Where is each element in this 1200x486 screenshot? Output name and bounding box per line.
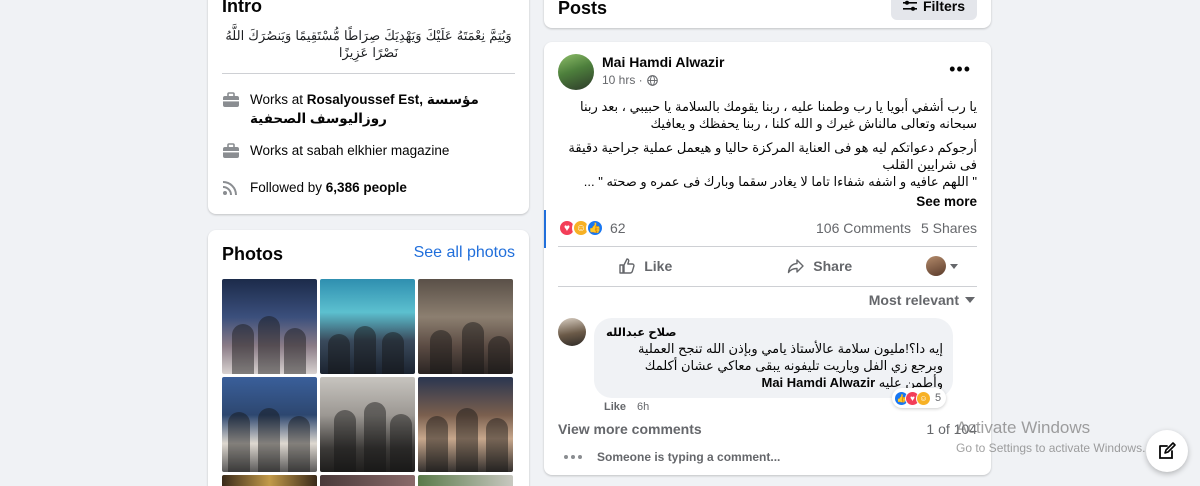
sort-label: Most relevant [868, 292, 959, 308]
comments-count-link[interactable]: 106 Comments [816, 220, 911, 236]
shares-count-link[interactable]: 5 Shares [921, 220, 977, 236]
share-arrow-icon [788, 259, 804, 274]
photo-thumbnail[interactable] [222, 377, 317, 472]
compose-icon [1159, 442, 1176, 459]
post-text-paragraph-1: يا رب أشفي أبويا يا رب وطمنا عليه ، ربنا… [580, 99, 977, 131]
author-name-link[interactable]: Mai Hamdi Alwazir [602, 54, 724, 70]
like-reaction-icon: 👍 [586, 219, 604, 237]
intro-card: Intro وَيُتِمَّ نِعْمَتَهُ عَلَيْكَ وَيَ… [208, 0, 529, 214]
post-options-menu-button[interactable]: ••• [949, 59, 971, 80]
actions-divider-bottom [558, 286, 977, 287]
typing-text: Someone is typing a comment... [597, 450, 781, 464]
activate-windows-subtitle: Go to Settings to activate Windows. [956, 441, 1146, 455]
intro-work-row-1: Works at Rosalyoussef Est, مؤسسة روزاليو… [222, 90, 515, 128]
like-label: Like [644, 258, 673, 274]
activate-windows-title: Activate Windows [956, 418, 1091, 437]
photo-row-partial [222, 475, 515, 486]
photo-thumbnail[interactable] [222, 475, 317, 486]
intro-divider [222, 73, 515, 74]
profile-avatar-small [926, 256, 946, 276]
briefcase-icon [223, 92, 239, 107]
comment-like-button[interactable]: Like [604, 401, 626, 413]
photo-grid [222, 279, 515, 472]
comment-mention-link[interactable]: Mai Hamdi Alwazir [762, 375, 876, 390]
photo-thumbnail[interactable] [320, 377, 415, 472]
filters-button[interactable]: Filters [890, 0, 977, 20]
author-avatar[interactable] [558, 54, 594, 90]
comment-sort-dropdown[interactable]: Most relevant [869, 292, 975, 308]
globe-icon [646, 74, 658, 86]
see-all-photos-link[interactable]: See all photos [414, 244, 515, 262]
reaction-icons[interactable]: ♥ ☺ 👍 [558, 219, 604, 237]
posts-title: Posts [558, 0, 608, 18]
filters-label: Filters [922, 0, 965, 14]
commenter-avatar[interactable] [558, 318, 586, 346]
followers-prefix: Followed by [250, 180, 326, 195]
comment-reactions-badge[interactable]: 👍 ♥ ☺ 5 [892, 388, 947, 408]
photo-thumbnail[interactable] [320, 475, 415, 486]
photo-thumbnail[interactable] [418, 279, 513, 374]
typing-indicator: Someone is typing a comment... [564, 450, 780, 464]
posts-header-card: Posts Filters [544, 0, 991, 28]
work-prefix: Works at [250, 143, 307, 158]
filter-sliders-icon [902, 0, 917, 11]
new-message-button[interactable] [1146, 430, 1188, 472]
photo-thumbnail[interactable] [222, 279, 317, 374]
work-prefix: Works at [250, 92, 307, 107]
thumbs-up-icon [619, 258, 635, 274]
photo-thumbnail[interactable] [320, 279, 415, 374]
like-button[interactable]: Like [558, 257, 733, 275]
post-timestamp[interactable]: 10 hrs · [602, 73, 658, 87]
post-card: Mai Hamdi Alwazir 10 hrs · ••• يا رب أشف… [544, 42, 991, 475]
comment-timestamp[interactable]: 6h [637, 401, 649, 413]
briefcase-icon [223, 143, 239, 158]
intro-work-text-1: Works at Rosalyoussef Est, مؤسسة روزاليو… [250, 90, 515, 128]
share-button[interactable]: Share [733, 257, 908, 275]
chevron-down-icon [950, 263, 958, 269]
reaction-profile-selector[interactable] [907, 256, 977, 276]
share-label: Share [813, 258, 853, 274]
followers-text: Followed by 6,386 people [250, 178, 407, 197]
post-text-paragraph-2: أرجوكم دعواتكم ليه هو فى العناية المركزة… [568, 140, 977, 189]
typing-dots-icon [564, 455, 585, 459]
comment-reactions-count: 5 [935, 392, 942, 404]
reactions-summary: ♥ ☺ 👍 62 106 Comments 5 Shares [558, 218, 977, 238]
followers-count-link[interactable]: 6,386 people [326, 180, 407, 195]
view-more-comments-link[interactable]: View more comments [558, 421, 702, 437]
work-place-link[interactable]: sabah elkhier magazine [307, 143, 450, 158]
photos-title: Photos [222, 244, 283, 264]
post-time-text: 10 hrs · [602, 73, 643, 87]
chevron-down-icon [965, 297, 975, 303]
intro-title: Intro [222, 0, 262, 16]
intro-work-text-2: Works at sabah elkhier magazine [250, 141, 449, 160]
intro-work-row-2: Works at sabah elkhier magazine [222, 141, 515, 160]
commenter-name-link[interactable]: صلاح عبدالله [606, 325, 939, 339]
post-actions-bar: Like Share [558, 250, 977, 282]
see-more-link[interactable]: See more [916, 194, 977, 209]
photo-thumbnail[interactable] [418, 377, 513, 472]
comment-text: إيه دا؟!مليون سلامة عالأستاذ يامي وبإذن … [606, 340, 943, 391]
rss-feed-icon [222, 181, 237, 196]
reactions-count[interactable]: 62 [610, 220, 626, 236]
focus-indicator [544, 210, 546, 248]
intro-bio: وَيُتِمَّ نِعْمَتَهُ عَلَيْكَ وَيَهْدِيَ… [225, 29, 512, 61]
photos-card: Photos See all photos [208, 230, 529, 486]
intro-followers-row: Followed by 6,386 people [222, 178, 515, 197]
comment-bubble: صلاح عبدالله إيه دا؟!مليون سلامة عالأستا… [594, 318, 953, 398]
actions-divider-top [558, 246, 977, 247]
photo-thumbnail[interactable] [418, 475, 513, 486]
care-reaction-icon: ☺ [916, 390, 931, 406]
